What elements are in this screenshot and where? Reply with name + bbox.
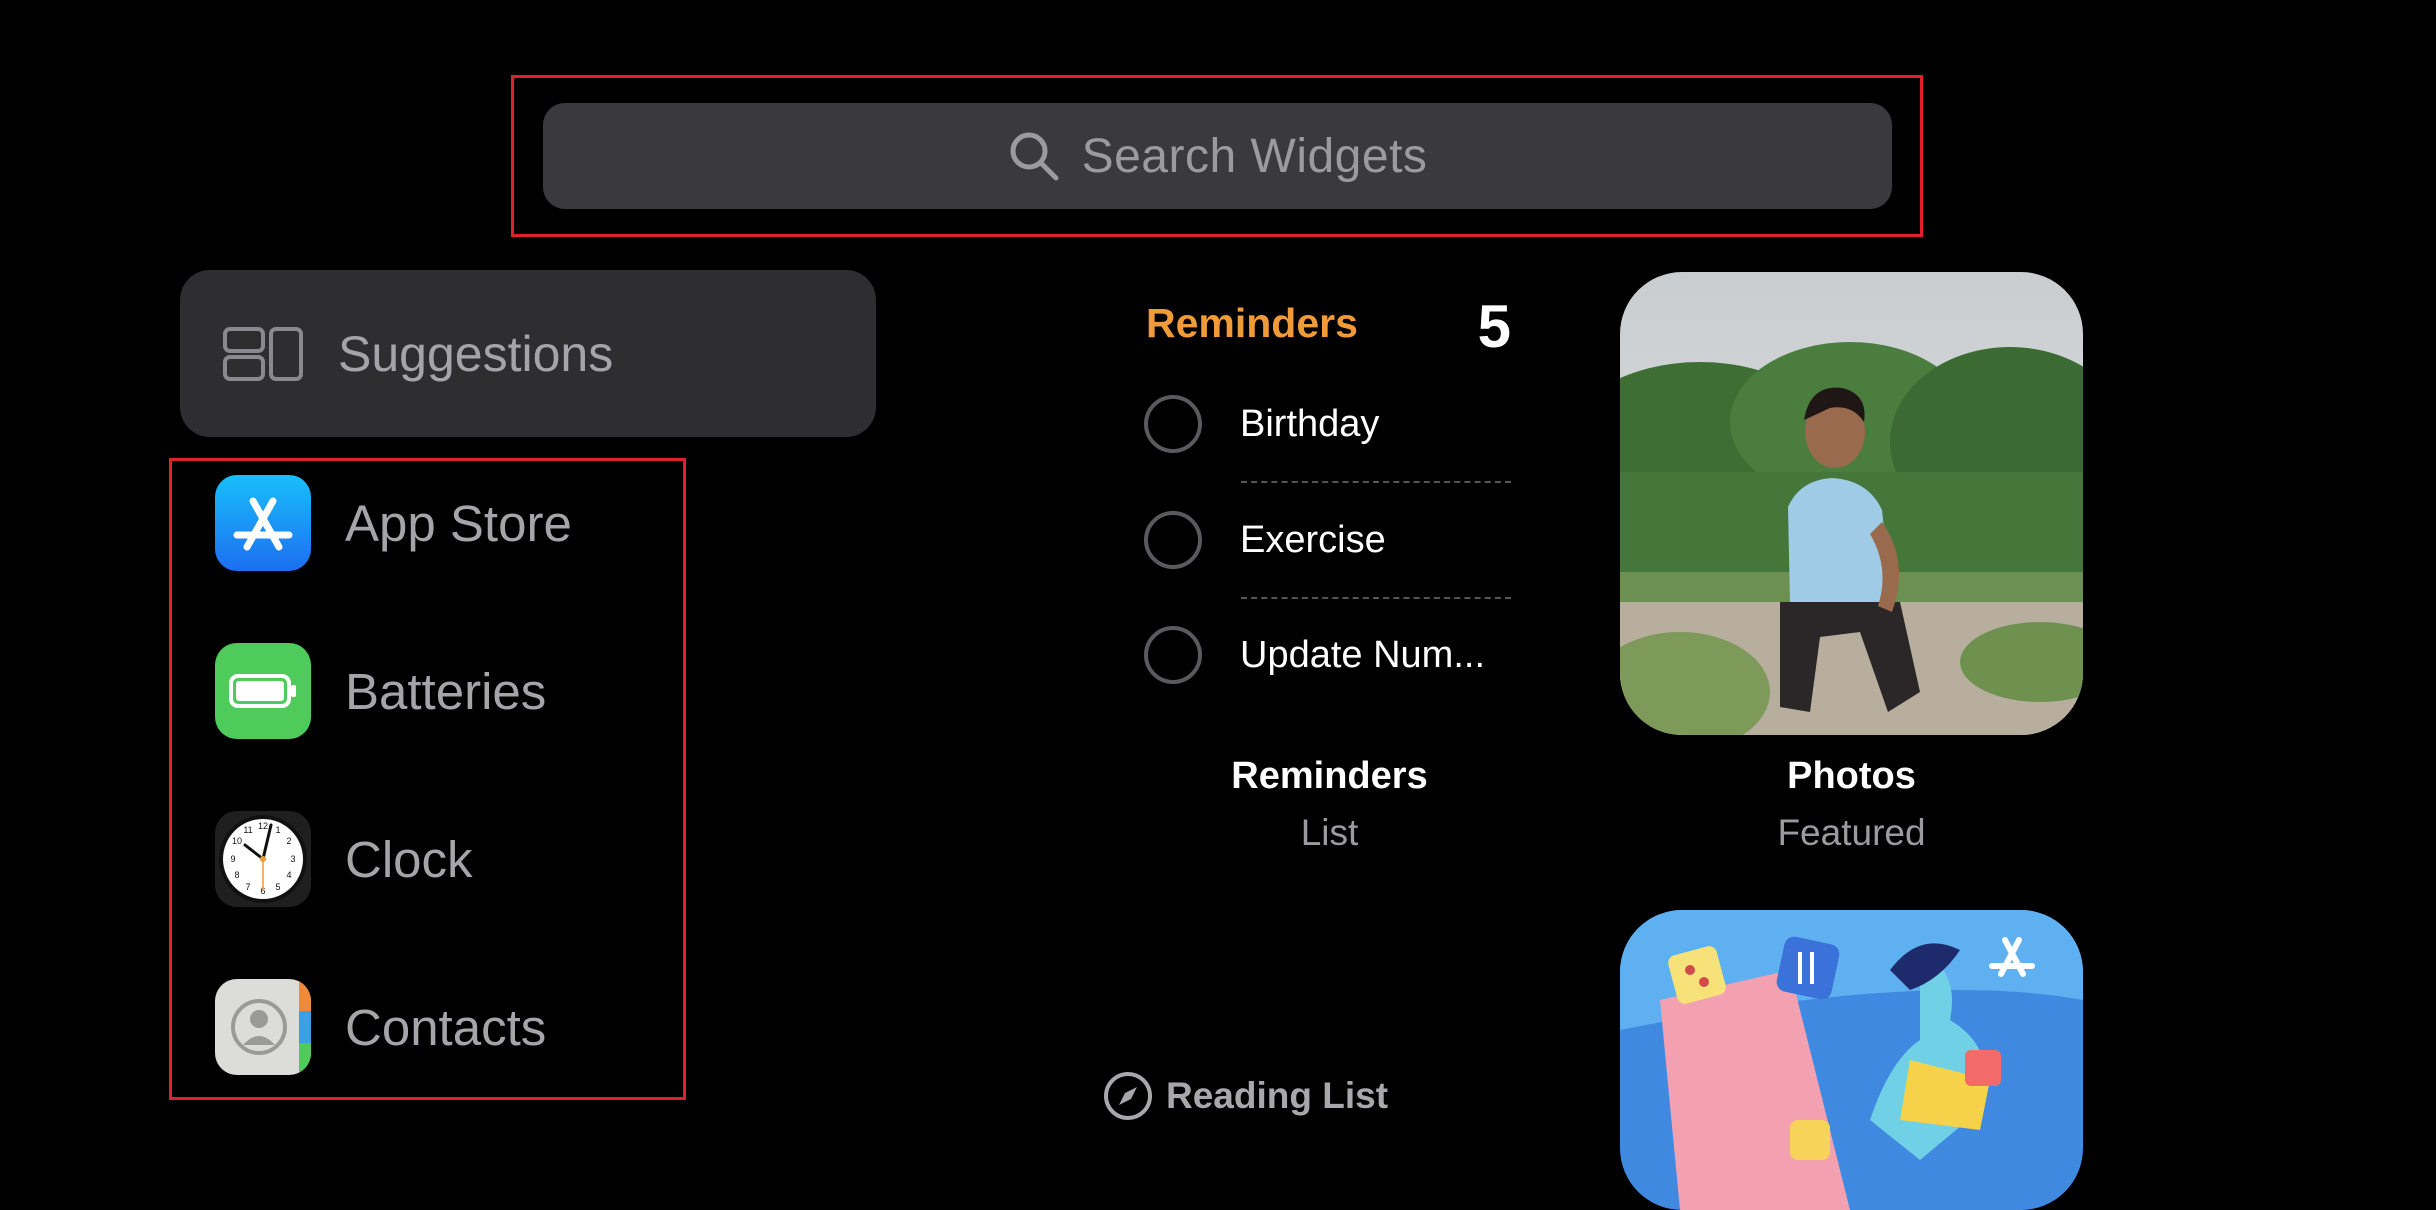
sidebar-item-label: App Store — [345, 494, 572, 552]
sidebar-item-label: Clock — [345, 830, 473, 888]
battery-icon — [215, 643, 311, 739]
reminder-checkbox-icon — [1144, 626, 1202, 684]
sidebar-item-label: Contacts — [345, 998, 547, 1056]
reminder-item-label: Birthday — [1240, 402, 1380, 445]
svg-text:3: 3 — [290, 854, 295, 864]
reminder-item: Birthday — [1144, 395, 1379, 453]
reminder-checkbox-icon — [1144, 395, 1202, 453]
svg-text:12: 12 — [258, 821, 268, 831]
reading-list-label-row: Reading List — [1102, 1070, 1388, 1122]
svg-text:1: 1 — [275, 825, 280, 835]
clock-icon: 1212 345 678 91011 — [215, 811, 311, 907]
featured-photo — [1620, 272, 2083, 735]
reading-list-widget[interactable]: Reading List — [1098, 910, 1561, 1210]
reminder-item-label: Update Num... — [1240, 633, 1485, 676]
divider — [1241, 481, 1511, 483]
sidebar-item-clock[interactable]: 1212 345 678 91011 Clock — [215, 811, 473, 907]
svg-text:4: 4 — [286, 870, 291, 880]
svg-text:2: 2 — [286, 836, 291, 846]
reading-list-label: Reading List — [1166, 1075, 1389, 1116]
reminder-checkbox-icon — [1144, 511, 1202, 569]
svg-text:9: 9 — [230, 854, 235, 864]
svg-text:8: 8 — [234, 870, 239, 880]
sidebar-item-batteries[interactable]: Batteries — [215, 643, 546, 739]
svg-text:5: 5 — [275, 882, 280, 892]
reminders-widget-title: Reminders — [1146, 300, 1358, 346]
svg-text:7: 7 — [245, 882, 250, 892]
app-store-illustration — [1620, 910, 2083, 1210]
photos-widget-caption-subtitle: Featured — [1777, 812, 1926, 853]
search-icon — [1010, 132, 1059, 181]
svg-text:11: 11 — [243, 825, 252, 835]
sidebar-item-contacts[interactable]: Contacts — [215, 979, 546, 1075]
sidebar-item-label: Batteries — [345, 662, 547, 720]
reminder-item: Exercise — [1144, 511, 1386, 569]
photos-widget[interactable] — [1620, 272, 2083, 735]
reminder-item-label: Exercise — [1240, 518, 1386, 561]
reminders-count: 5 — [1477, 293, 1511, 360]
app-store-widget[interactable] — [1620, 910, 2083, 1210]
reminders-widget-caption-title: Reminders — [1231, 755, 1428, 797]
reminder-item: Update Num... — [1144, 626, 1485, 684]
sidebar-item-label: Suggestions — [338, 325, 614, 382]
compass-icon — [1104, 1072, 1152, 1120]
reminders-widget-caption-subtitle: List — [1300, 812, 1359, 853]
photos-widget-caption-title: Photos — [1787, 755, 1916, 797]
divider — [1241, 597, 1511, 599]
sidebar-item-suggestions[interactable]: Suggestions — [180, 270, 876, 437]
reminders-widget[interactable]: Reminders 5 Birthday Exercise Update Num… — [1098, 272, 1561, 735]
svg-text:10: 10 — [232, 836, 242, 846]
search-widgets-field[interactable]: Search Widgets — [543, 103, 1892, 209]
sidebar-item-app-store[interactable]: App Store — [215, 475, 572, 571]
suggestions-icon — [223, 326, 303, 381]
search-placeholder: Search Widgets — [1081, 129, 1428, 183]
app-store-icon — [215, 475, 311, 571]
contacts-icon — [215, 979, 311, 1075]
